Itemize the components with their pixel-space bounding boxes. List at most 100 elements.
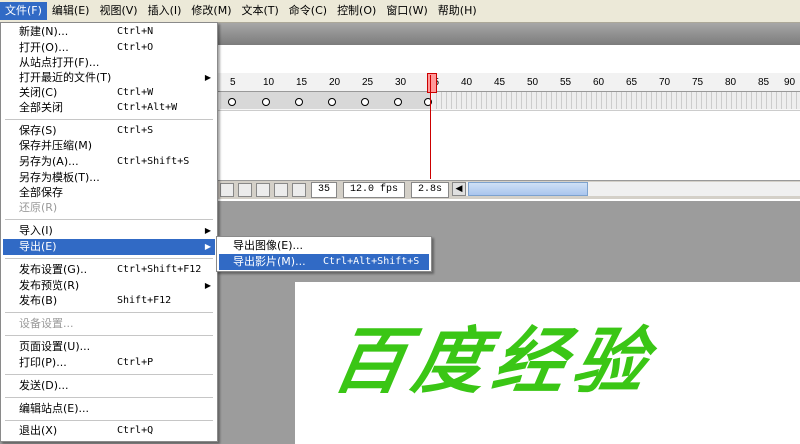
menu-item-export[interactable]: 导出(E) ▶ bbox=[3, 239, 215, 255]
ruler-tick: 90 bbox=[784, 77, 796, 88]
menu-item-save-compact[interactable]: 保存并压缩(M) bbox=[3, 138, 215, 154]
menu-insert[interactable]: 插入(I) bbox=[143, 2, 187, 20]
ruler-tick: 55 bbox=[560, 77, 572, 88]
menu-item-close-all[interactable]: 全部关闭 Ctrl+Alt+W bbox=[3, 100, 215, 116]
menu-item-open-from-site[interactable]: 从站点打开(F)... bbox=[3, 55, 215, 71]
menu-item-exit[interactable]: 退出(X) Ctrl+Q bbox=[3, 423, 215, 439]
menu-separator bbox=[5, 397, 213, 398]
menu-item-revert: 还原(R) bbox=[3, 200, 215, 216]
scroll-thumb[interactable] bbox=[468, 182, 588, 196]
ruler-tick: 10 bbox=[263, 77, 275, 88]
ruler-tick: 40 bbox=[461, 77, 473, 88]
menu-control[interactable]: 控制(O) bbox=[332, 2, 381, 20]
menu-item-publish-preview[interactable]: 发布预览(R) ▶ bbox=[3, 278, 215, 294]
menu-modify[interactable]: 修改(M) bbox=[186, 2, 236, 20]
menu-item-save-all[interactable]: 全部保存 bbox=[3, 185, 215, 201]
keyframe-dot[interactable] bbox=[262, 98, 270, 106]
menu-item-shortcut: Ctrl+Alt+Shift+S bbox=[323, 256, 420, 267]
menu-item-label: 导出图像(E)... bbox=[233, 239, 304, 252]
keyframe-dot[interactable] bbox=[328, 98, 336, 106]
menu-item-edit-sites[interactable]: 编辑站点(E)... bbox=[3, 401, 215, 417]
submenu-arrow-icon: ▶ bbox=[204, 281, 211, 290]
menu-item-label: 保存(S) bbox=[19, 124, 57, 137]
menu-item-publish[interactable]: 发布(B) Shift+F12 bbox=[3, 293, 215, 309]
menu-file[interactable]: 文件(F) bbox=[0, 2, 47, 20]
menu-item-print[interactable]: 打印(P)... Ctrl+P bbox=[3, 355, 215, 371]
menu-item-label: 编辑站点(E)... bbox=[19, 402, 90, 415]
center-frame-icon[interactable] bbox=[220, 183, 234, 197]
menu-item-label: 页面设置(U)... bbox=[19, 340, 91, 353]
menu-window[interactable]: 窗口(W) bbox=[381, 2, 432, 20]
ruler-tick: 30 bbox=[395, 77, 407, 88]
menu-item-shortcut: Ctrl+Shift+S bbox=[117, 156, 190, 167]
menu-item-send[interactable]: 发送(D)... bbox=[3, 378, 215, 394]
menu-item-export-image[interactable]: 导出图像(E)... bbox=[219, 238, 429, 254]
edit-multiple-frames-icon[interactable] bbox=[274, 183, 288, 197]
menu-help[interactable]: 帮助(H) bbox=[433, 2, 482, 20]
onion-skin-icon[interactable] bbox=[238, 183, 252, 197]
menu-item-label: 另存为模板(T)... bbox=[19, 171, 100, 184]
ruler-tick: 45 bbox=[494, 77, 506, 88]
file-menu-dropdown: 新建(N)... Ctrl+N 打开(O)... Ctrl+O 从站点打开(F)..… bbox=[0, 22, 218, 442]
menu-item-save-as[interactable]: 另存为(A)... Ctrl+Shift+S bbox=[3, 154, 215, 170]
export-submenu: 导出图像(E)... 导出影片(M)... Ctrl+Alt+Shift+S bbox=[216, 236, 432, 272]
menu-item-label: 关闭(C) bbox=[19, 86, 58, 99]
ruler-tick: 5 bbox=[230, 77, 236, 88]
menu-item-shortcut: Ctrl+N bbox=[117, 26, 154, 37]
menu-item-label: 发布设置(G).. bbox=[19, 263, 88, 276]
frame-rate[interactable]: 12.0 fps bbox=[343, 182, 406, 198]
menu-item-page-setup[interactable]: 页面设置(U)... bbox=[3, 339, 215, 355]
menu-separator bbox=[5, 420, 213, 421]
menu-item-open[interactable]: 打开(O)... Ctrl+O bbox=[3, 40, 215, 56]
ruler-tick: 65 bbox=[626, 77, 638, 88]
playhead-line bbox=[430, 75, 431, 179]
keyframe-dot[interactable] bbox=[394, 98, 402, 106]
menu-item-label: 打开最近的文件(T) bbox=[19, 71, 112, 84]
keyframe-span[interactable] bbox=[220, 92, 432, 109]
menu-text[interactable]: 文本(T) bbox=[236, 2, 283, 20]
menu-bar: 文件(F) 编辑(E) 视图(V) 插入(I) 修改(M) 文本(T) 命令(C… bbox=[0, 0, 800, 23]
ruler-tick: 20 bbox=[329, 77, 341, 88]
menu-item-device-settings: 设备设置... bbox=[3, 316, 215, 332]
menu-item-shortcut: Shift+F12 bbox=[117, 295, 172, 306]
stage-green-text[interactable]: 百度经验 bbox=[326, 302, 665, 407]
elapsed-time: 2.8s bbox=[411, 182, 450, 198]
keyframe-dot[interactable] bbox=[228, 98, 236, 106]
menu-separator bbox=[5, 119, 213, 120]
ruler-tick: 85 bbox=[758, 77, 770, 88]
stage-canvas[interactable]: 百度经验 bbox=[295, 282, 800, 444]
menu-item-export-movie[interactable]: 导出影片(M)... Ctrl+Alt+Shift+S bbox=[219, 254, 429, 270]
playhead-handle[interactable] bbox=[427, 73, 437, 93]
menu-item-shortcut: Ctrl+P bbox=[117, 357, 154, 368]
menu-item-shortcut: Ctrl+Shift+F12 bbox=[117, 264, 202, 275]
menu-item-shortcut: Ctrl+W bbox=[117, 87, 154, 98]
keyframe-dot[interactable] bbox=[361, 98, 369, 106]
menu-commands[interactable]: 命令(C) bbox=[284, 2, 332, 20]
menu-item-label: 导入(I) bbox=[19, 224, 53, 237]
onion-markers-icon[interactable] bbox=[292, 183, 306, 197]
menu-item-publish-settings[interactable]: 发布设置(G).. Ctrl+Shift+F12 bbox=[3, 262, 215, 278]
empty-frame-cells[interactable] bbox=[432, 92, 800, 109]
menu-item-import[interactable]: 导入(I) ▶ bbox=[3, 223, 215, 239]
current-frame: 35 bbox=[311, 182, 338, 198]
ruler-tick: 25 bbox=[362, 77, 374, 88]
menu-item-label: 打开(O)... bbox=[19, 41, 69, 54]
title-strip-gradient bbox=[218, 23, 800, 45]
scroll-left-arrow-icon[interactable]: ◀ bbox=[452, 182, 466, 196]
menu-view[interactable]: 视图(V) bbox=[94, 2, 142, 20]
ruler-tick: 80 bbox=[725, 77, 737, 88]
onion-outline-icon[interactable] bbox=[256, 183, 270, 197]
menu-item-open-recent[interactable]: 打开最近的文件(T) ▶ bbox=[3, 70, 215, 86]
menu-item-save[interactable]: 保存(S) Ctrl+S bbox=[3, 123, 215, 139]
menu-separator bbox=[5, 374, 213, 375]
ruler-tick: 60 bbox=[593, 77, 605, 88]
menu-separator bbox=[5, 219, 213, 220]
menu-item-new[interactable]: 新建(N)... Ctrl+N bbox=[3, 24, 215, 40]
keyframe-dot[interactable] bbox=[295, 98, 303, 106]
menu-item-close[interactable]: 关闭(C) Ctrl+W bbox=[3, 85, 215, 101]
menu-item-save-as-template[interactable]: 另存为模板(T)... bbox=[3, 170, 215, 186]
menu-item-shortcut: Ctrl+Q bbox=[117, 425, 154, 436]
menu-item-label: 新建(N)... bbox=[19, 25, 69, 38]
menu-item-label: 导出影片(M)... bbox=[233, 255, 306, 268]
menu-edit[interactable]: 编辑(E) bbox=[47, 2, 95, 20]
